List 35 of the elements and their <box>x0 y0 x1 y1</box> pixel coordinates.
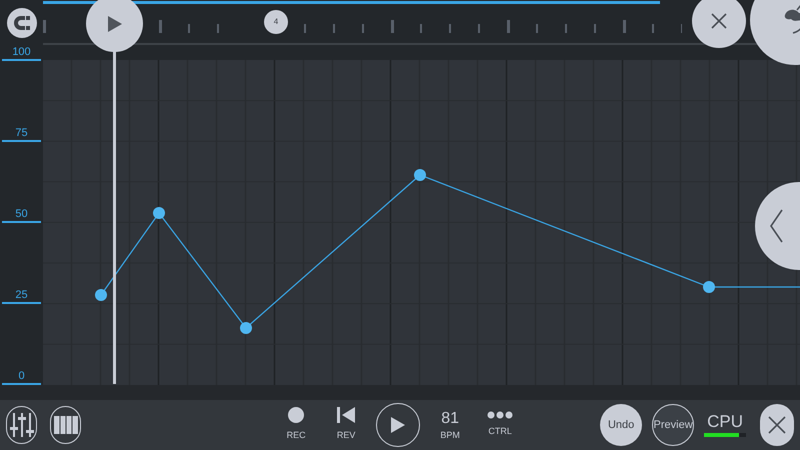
scale-label: 75 <box>15 126 28 140</box>
play-icon <box>391 417 406 433</box>
rewind-button[interactable]: REV <box>326 407 366 443</box>
piano-button[interactable] <box>50 406 82 444</box>
dots-icon <box>487 411 514 420</box>
piano-keys-icon <box>54 416 78 434</box>
mixer-button[interactable] <box>6 406 38 444</box>
ruler-ticks-drawing <box>43 20 47 33</box>
record-button[interactable]: REC <box>276 407 316 443</box>
tempo-value[interactable]: 81 <box>441 410 459 426</box>
transport-label: BPM <box>440 430 460 440</box>
preview-button[interactable]: Preview <box>652 404 694 446</box>
scale-label: 50 <box>15 207 28 221</box>
magnet-icon <box>12 14 30 30</box>
play-button[interactable] <box>376 403 420 447</box>
close-icon <box>711 13 727 29</box>
mixer-sliders-icon <box>10 412 34 438</box>
close-button[interactable] <box>760 404 794 446</box>
scale-label: 100 <box>12 45 31 59</box>
scale-label: 0 <box>18 369 25 383</box>
cpu-label: CPU <box>707 413 744 430</box>
play-icon <box>108 16 122 32</box>
chevron-left-icon <box>769 209 783 243</box>
automation-grid[interactable] <box>43 60 800 385</box>
undo-button[interactable]: Undo <box>600 404 642 446</box>
magnet-button[interactable] <box>6 8 36 38</box>
scale-label: 25 <box>15 288 28 302</box>
ruler-ticks-drawing <box>159 20 219 33</box>
controls-button[interactable]: CTRL <box>480 411 520 439</box>
close-icon <box>768 416 786 434</box>
skip-back-icon <box>337 407 356 424</box>
play-button[interactable] <box>86 0 143 52</box>
close-button[interactable] <box>692 0 746 48</box>
marker-label[interactable]: 4 <box>264 10 288 34</box>
record-icon <box>288 407 304 424</box>
